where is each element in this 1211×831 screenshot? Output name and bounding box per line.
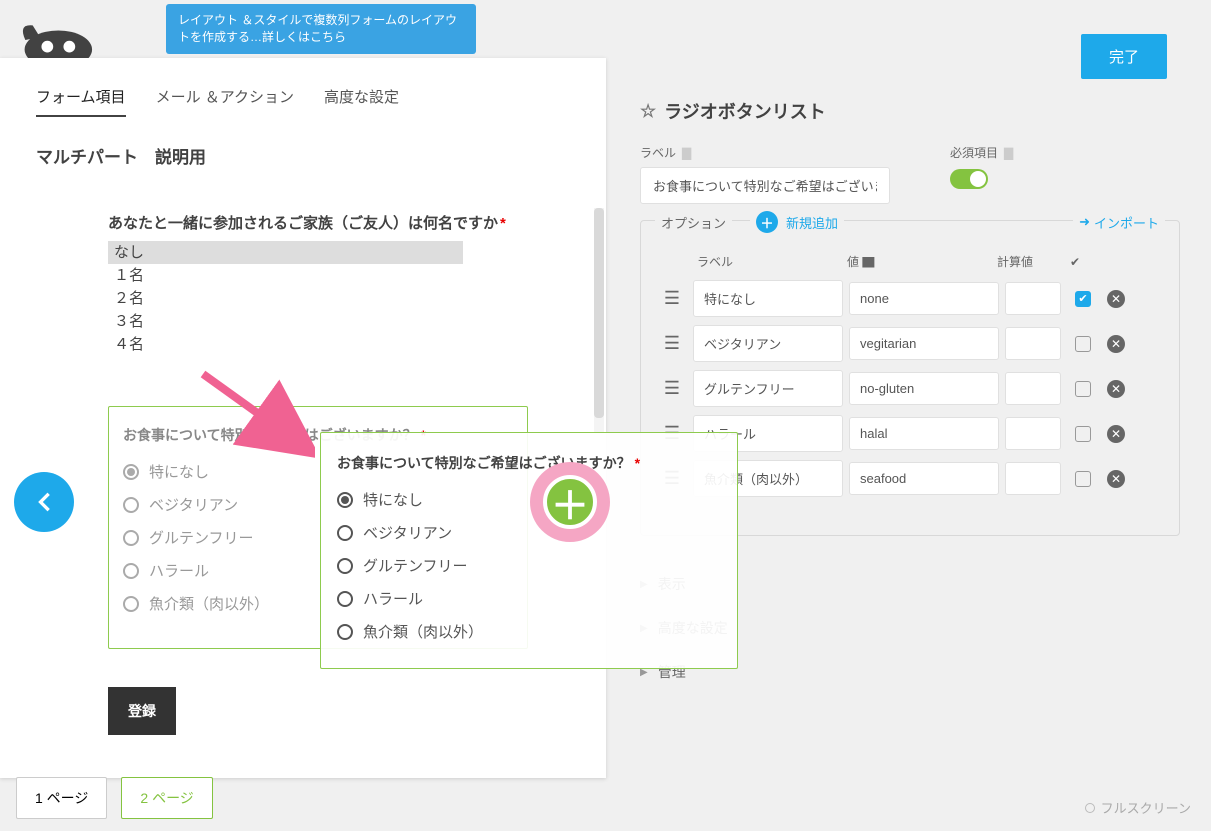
submit-button[interactable]: 登録 xyxy=(108,687,176,735)
radio-icon xyxy=(123,596,139,612)
drawer-title: ☆ ラジオボタンリスト xyxy=(640,98,1180,124)
option-default-checkbox[interactable]: ✔ xyxy=(1075,291,1091,307)
q1-item[interactable]: １名 xyxy=(108,264,463,287)
import-icon: ➜ xyxy=(1079,214,1090,230)
q1-item[interactable]: ３名 xyxy=(108,310,463,333)
radio-icon xyxy=(337,558,353,574)
option-value-cell[interactable]: halal xyxy=(849,417,999,450)
page-strip: 1 ページ 2 ページ xyxy=(16,777,213,819)
radio-icon xyxy=(123,530,139,546)
form-builder-panel: フォーム項目 メール ＆アクション 高度な設定 マルチパート 説明用 あなたと一… xyxy=(0,58,606,778)
radio-item[interactable]: グルテンフリー xyxy=(337,549,721,582)
tab-form-fields[interactable]: フォーム項目 xyxy=(36,86,126,117)
option-row: ☰ グルテンフリーno-gluten ✕ xyxy=(657,370,1163,407)
page-1-button[interactable]: 1 ページ xyxy=(16,777,107,819)
done-button[interactable]: 完了 xyxy=(1081,34,1167,79)
circle-icon xyxy=(1085,803,1095,813)
option-default-checkbox[interactable] xyxy=(1075,426,1091,442)
options-heading: オプション xyxy=(655,213,732,232)
radio-item[interactable]: ベジタリアン xyxy=(337,516,721,549)
option-value-cell[interactable]: vegitarian xyxy=(849,327,999,360)
q1-list[interactable]: なし １名 ２名 ３名 ４名 xyxy=(108,241,508,356)
option-calc-cell[interactable] xyxy=(1005,462,1061,495)
option-label-cell[interactable]: グルテンフリー xyxy=(693,370,843,407)
radio-icon xyxy=(123,464,139,480)
radio-icon xyxy=(123,563,139,579)
radio-item[interactable]: ハラール xyxy=(337,582,721,615)
q2-block-dragging[interactable]: お食事について特別なご希望はございますか？* 特になし ベジタリアン グルテンフ… xyxy=(320,432,738,669)
plus-icon: ＋ xyxy=(756,211,778,233)
option-label-cell[interactable]: ベジタリアン xyxy=(693,325,843,362)
fullscreen-toggle[interactable]: フルスクリーン xyxy=(1085,798,1191,817)
tab-advanced[interactable]: 高度な設定 xyxy=(324,86,399,117)
option-calc-cell[interactable] xyxy=(1005,327,1061,360)
tab-email-actions[interactable]: メール ＆アクション xyxy=(156,86,294,117)
required-toggle[interactable] xyxy=(950,169,988,189)
option-delete-button[interactable]: ✕ xyxy=(1107,335,1125,353)
info-icon[interactable]: ▇ xyxy=(682,146,691,160)
import-button[interactable]: ➜ インポート xyxy=(1073,213,1165,232)
option-delete-button[interactable]: ✕ xyxy=(1107,290,1125,308)
add-option-button[interactable]: ＋ 新規追加 xyxy=(750,211,844,233)
prev-page-button[interactable] xyxy=(14,472,74,532)
radio-icon xyxy=(337,525,353,541)
option-row: ☰ 特になしnone ✔ ✕ xyxy=(657,280,1163,317)
page-2-button[interactable]: 2 ページ xyxy=(121,777,212,819)
info-icon[interactable]: ▇ xyxy=(862,255,874,269)
q1-item[interactable]: ２名 xyxy=(108,287,463,310)
radio-icon xyxy=(123,497,139,513)
q1-item[interactable]: ４名 xyxy=(108,333,463,356)
required-field-label: 必須項目 ▇ xyxy=(950,144,1013,161)
radio-item[interactable]: 魚介類（肉以外） xyxy=(337,615,721,648)
option-calc-cell[interactable] xyxy=(1005,282,1061,315)
info-icon[interactable]: ▇ xyxy=(1004,146,1013,160)
check-icon: ✔ xyxy=(1063,255,1087,269)
label-field-input[interactable] xyxy=(640,167,890,204)
q1-item[interactable]: なし xyxy=(108,241,463,264)
option-value-cell[interactable]: seafood xyxy=(849,462,999,495)
radio-icon xyxy=(337,591,353,607)
label-field-label: ラベル ▇ xyxy=(640,144,890,161)
tip-bubble[interactable]: レイアウト ＆スタイルで複数列フォームのレイアウトを作成する…詳しくはこちら xyxy=(166,4,476,54)
add-field-button[interactable]: ＋ xyxy=(530,462,610,542)
option-delete-button[interactable]: ✕ xyxy=(1107,470,1125,488)
option-default-checkbox[interactable] xyxy=(1075,471,1091,487)
option-label-cell[interactable]: 特になし xyxy=(693,280,843,317)
drag-handle-icon[interactable]: ☰ xyxy=(657,378,687,399)
drag-handle-icon[interactable]: ☰ xyxy=(657,288,687,309)
option-calc-cell[interactable] xyxy=(1005,417,1061,450)
chevron-left-icon xyxy=(30,488,58,516)
scrollbar-thumb[interactable] xyxy=(594,208,604,418)
option-default-checkbox[interactable] xyxy=(1075,381,1091,397)
star-icon[interactable]: ☆ xyxy=(640,101,656,122)
q2-label: お食事について特別なご希望はございますか？* xyxy=(337,453,721,473)
plus-icon: ＋ xyxy=(543,475,597,529)
option-row: ☰ ベジタリアンvegitarian ✕ xyxy=(657,325,1163,362)
drag-handle-icon[interactable]: ☰ xyxy=(657,333,687,354)
option-calc-cell[interactable] xyxy=(1005,372,1061,405)
option-default-checkbox[interactable] xyxy=(1075,336,1091,352)
radio-item[interactable]: 特になし xyxy=(337,483,721,516)
options-table-head: ラベル 値 ▇ 計算値 ✔ xyxy=(657,253,1163,270)
option-delete-button[interactable]: ✕ xyxy=(1107,380,1125,398)
q1-label: あなたと一緒に参加されるご家族（ご友人）は何名ですか* xyxy=(108,212,508,233)
option-value-cell[interactable]: none xyxy=(849,282,999,315)
radio-icon xyxy=(337,624,353,640)
radio-icon xyxy=(337,492,353,508)
form-title: マルチパート 説明用 xyxy=(0,125,606,178)
option-delete-button[interactable]: ✕ xyxy=(1107,425,1125,443)
option-value-cell[interactable]: no-gluten xyxy=(849,372,999,405)
